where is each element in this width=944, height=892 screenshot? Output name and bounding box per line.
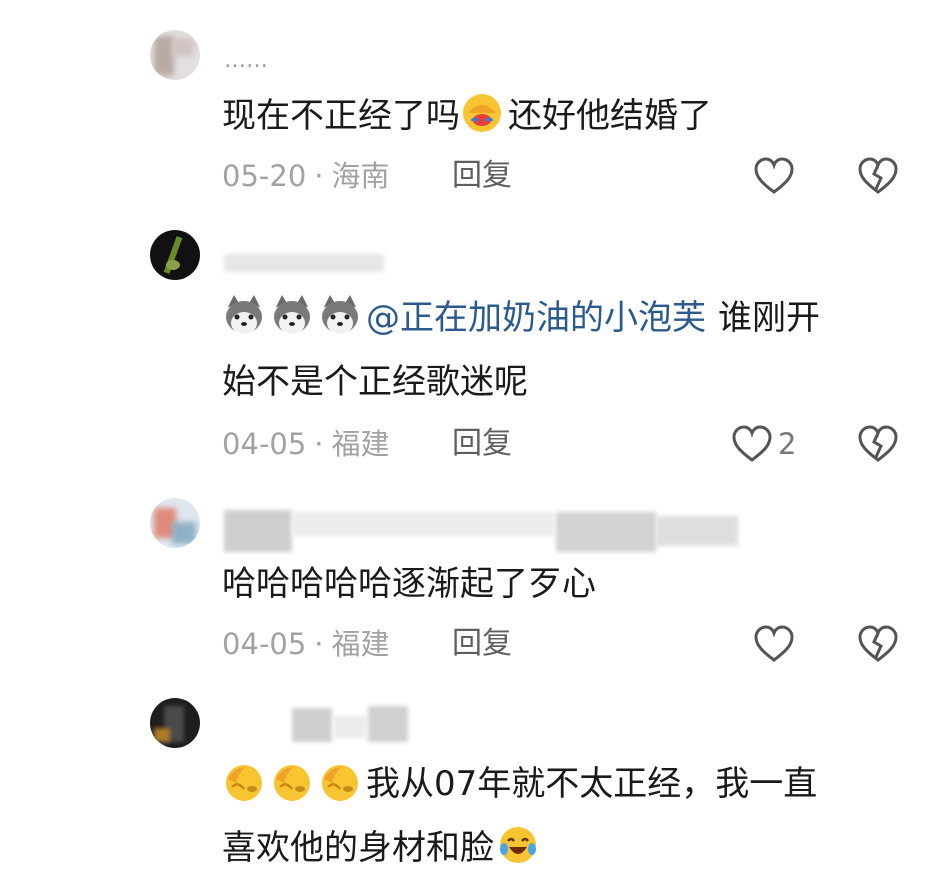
comment-location: 福建 bbox=[331, 427, 390, 461]
redacted-username bbox=[656, 516, 738, 546]
comment-meta: 05-20 · 海南 bbox=[222, 156, 390, 196]
redacted-username bbox=[368, 706, 408, 742]
redacted-username bbox=[334, 716, 366, 738]
mention-link[interactable]: @正在加奶油的小泡芙 bbox=[366, 298, 706, 338]
comment-meta: 04-05 · 福建 bbox=[222, 424, 390, 464]
facepalm-emoji-icon bbox=[322, 765, 358, 801]
facepalm-emoji-icon bbox=[274, 765, 310, 801]
husky-emoji-icon bbox=[226, 295, 262, 334]
comment-text: 现在不正经了吗 还好他结婚了 bbox=[222, 84, 902, 148]
like-count: 2 bbox=[778, 427, 797, 461]
facepalm-emoji-icon bbox=[226, 765, 262, 801]
comment-date: 04-05 bbox=[222, 627, 307, 661]
heart-outline-icon[interactable] bbox=[752, 624, 796, 664]
avatar[interactable] bbox=[150, 30, 200, 80]
comment-date: 04-05 bbox=[222, 427, 307, 461]
husky-emoji-icon bbox=[322, 295, 358, 334]
tears-of-joy-emoji-icon bbox=[500, 827, 536, 863]
broken-heart-icon[interactable] bbox=[856, 424, 900, 464]
comment-text: @正在加奶油的小泡芙 谁刚开 始不是个正经歌迷呢 bbox=[222, 286, 902, 414]
comment-text-part: 还好他结婚了 bbox=[508, 96, 712, 136]
comment-location: 福建 bbox=[331, 627, 390, 661]
reply-button[interactable]: 回复 bbox=[452, 624, 512, 664]
username[interactable]: …… bbox=[224, 46, 268, 76]
avatar[interactable] bbox=[150, 498, 200, 548]
heart-outline-icon[interactable] bbox=[752, 156, 796, 196]
comment-meta: 04-05 · 福建 bbox=[222, 624, 390, 664]
reply-button[interactable]: 回复 bbox=[452, 424, 512, 464]
comment-text-part: 我从07年就不太正经，我一直 bbox=[366, 764, 818, 804]
avatar[interactable] bbox=[150, 698, 200, 748]
redacted-username bbox=[224, 254, 384, 272]
redacted-username bbox=[292, 512, 554, 536]
redacted-username bbox=[292, 708, 332, 742]
separator: · bbox=[314, 159, 324, 193]
comment-text-part: 现在不正经了吗 bbox=[222, 96, 460, 136]
redacted-username bbox=[556, 512, 656, 552]
comment-text-part: 谁刚开 bbox=[718, 298, 820, 338]
broken-heart-icon[interactable] bbox=[856, 156, 900, 196]
comment-text-part: 始不是个正经歌迷呢 bbox=[222, 362, 528, 402]
redacted-username bbox=[224, 510, 292, 552]
facepalm-emoji-icon bbox=[463, 94, 501, 132]
comment-text: 我从07年就不太正经，我一直 喜欢他的身材和脸 bbox=[222, 752, 902, 880]
husky-emoji-icon bbox=[274, 295, 310, 334]
separator: · bbox=[314, 427, 324, 461]
separator: · bbox=[314, 627, 324, 661]
reply-button[interactable]: 回复 bbox=[452, 156, 512, 196]
avatar[interactable] bbox=[150, 230, 200, 280]
comment-text-part: 喜欢他的身材和脸 bbox=[222, 828, 494, 868]
broken-heart-icon[interactable] bbox=[856, 624, 900, 664]
comment-location: 海南 bbox=[331, 159, 390, 193]
heart-outline-icon[interactable] bbox=[730, 424, 774, 464]
comment-text: 哈哈哈哈哈逐渐起了歹心 bbox=[222, 564, 596, 604]
comment-date: 05-20 bbox=[222, 159, 307, 193]
